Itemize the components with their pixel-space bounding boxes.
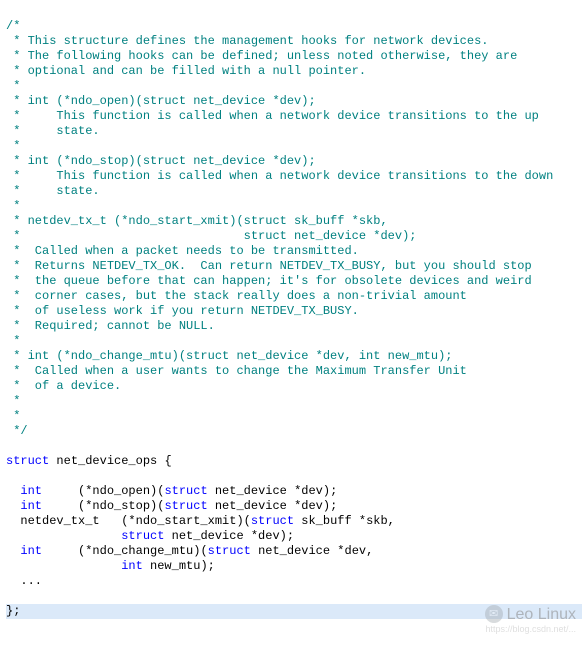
comment-line: * corner cases, but the stack really doe… xyxy=(6,289,582,304)
comment-line: * Required; cannot be NULL. xyxy=(6,319,582,334)
comment-line: * of a device. xyxy=(6,379,582,394)
comment-line: */ xyxy=(6,424,582,439)
keyword: struct xyxy=(164,484,207,498)
comment-line: * int (*ndo_change_mtu)(struct net_devic… xyxy=(6,349,582,364)
comment-line: * optional and can be filled with a null… xyxy=(6,64,582,79)
member-line: int (*ndo_open)(struct net_device *dev); xyxy=(6,484,582,499)
comment-block: /* * This structure defines the manageme… xyxy=(6,19,582,439)
member-line: ... xyxy=(6,574,582,589)
comment-line: * netdev_tx_t (*ndo_start_xmit)(struct s… xyxy=(6,214,582,229)
code-text: ... xyxy=(6,574,42,588)
comment-line: * int (*ndo_stop)(struct net_device *dev… xyxy=(6,154,582,169)
keyword-struct: struct xyxy=(6,454,49,468)
comment-line: * state. xyxy=(6,124,582,139)
comment-line: * xyxy=(6,334,582,349)
code-text: sk_buff *skb, xyxy=(294,514,395,528)
keyword: int xyxy=(20,484,42,498)
code-text: net_device *dev, xyxy=(251,544,373,558)
comment-line: * xyxy=(6,79,582,94)
comment-line: * xyxy=(6,139,582,154)
code-text: new_mtu); xyxy=(143,559,215,573)
comment-line: * struct net_device *dev); xyxy=(6,229,582,244)
comment-line: * This function is called when a network… xyxy=(6,109,582,124)
code-text: net_device *dev); xyxy=(208,499,338,513)
keyword: int xyxy=(20,544,42,558)
keyword: int xyxy=(121,559,143,573)
comment-line: * xyxy=(6,394,582,409)
comment-line: * int (*ndo_open)(struct net_device *dev… xyxy=(6,94,582,109)
code-text xyxy=(6,484,20,498)
keyword: struct xyxy=(208,544,251,558)
comment-line: * the queue before that can happen; it's… xyxy=(6,274,582,289)
keyword: int xyxy=(20,499,42,513)
code-text xyxy=(6,544,20,558)
struct-header-line: struct net_device_ops { xyxy=(6,454,582,469)
code-text xyxy=(6,559,121,573)
member-line: struct net_device *dev); xyxy=(6,529,582,544)
member-line: int (*ndo_stop)(struct net_device *dev); xyxy=(6,499,582,514)
struct-name: net_device_ops { xyxy=(49,454,171,468)
watermark-url: https://blog.csdn.net/... xyxy=(485,622,576,637)
code-text xyxy=(6,499,20,513)
comment-line: * The following hooks can be defined; un… xyxy=(6,49,582,64)
keyword: struct xyxy=(164,499,207,513)
comment-line: * This function is called when a network… xyxy=(6,169,582,184)
keyword: struct xyxy=(121,529,164,543)
code-text xyxy=(6,529,121,543)
comment-line: /* xyxy=(6,19,582,34)
code-text: net_device *dev); xyxy=(208,484,338,498)
code-text: net_device *dev); xyxy=(164,529,294,543)
comment-line: * xyxy=(6,409,582,424)
member-line: int (*ndo_change_mtu)(struct net_device … xyxy=(6,544,582,559)
comment-line: * of useless work if you return NETDEV_T… xyxy=(6,304,582,319)
code-block: /* * This structure defines the manageme… xyxy=(0,0,588,653)
comment-line: * This structure defines the management … xyxy=(6,34,582,49)
code-text: (*ndo_change_mtu)( xyxy=(42,544,208,558)
comment-line: * Called when a packet needs to be trans… xyxy=(6,244,582,259)
code-text: (*ndo_stop)( xyxy=(42,499,164,513)
closing-line-highlight: }; xyxy=(6,604,582,619)
code-text: netdev_tx_t (*ndo_start_xmit)( xyxy=(6,514,251,528)
keyword: struct xyxy=(251,514,294,528)
comment-line: * xyxy=(6,199,582,214)
closing-brace: }; xyxy=(6,604,20,618)
comment-line: * state. xyxy=(6,184,582,199)
comment-line: * Called when a user wants to change the… xyxy=(6,364,582,379)
struct-members: int (*ndo_open)(struct net_device *dev);… xyxy=(6,484,582,589)
code-text: (*ndo_open)( xyxy=(42,484,164,498)
comment-line: * Returns NETDEV_TX_OK. Can return NETDE… xyxy=(6,259,582,274)
member-line: int new_mtu); xyxy=(6,559,582,574)
